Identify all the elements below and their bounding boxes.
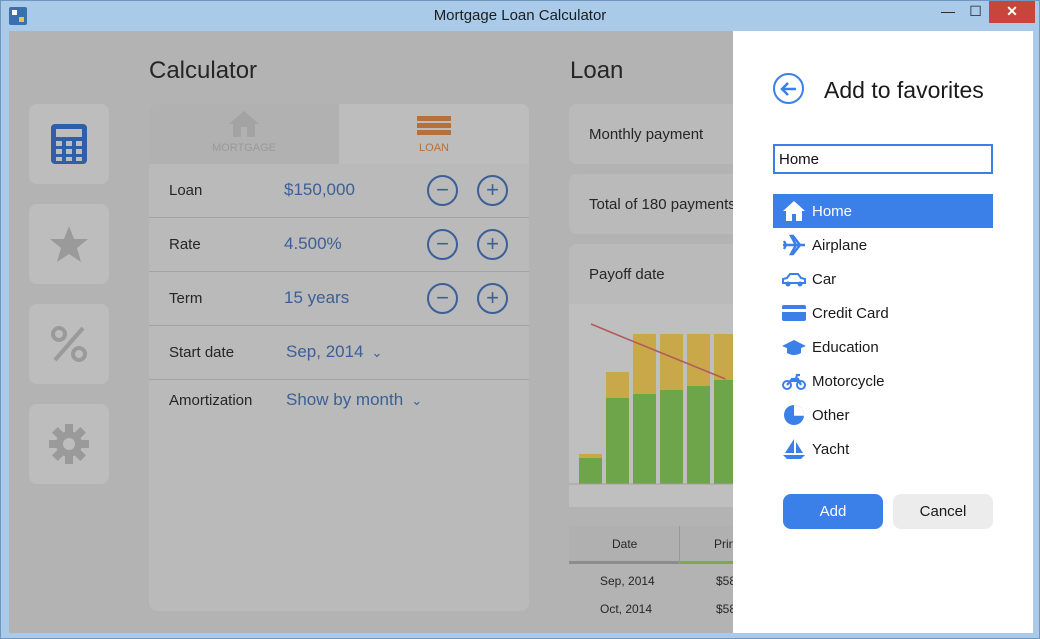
category-label: Education: [812, 339, 879, 356]
category-list: Home Airplane Car Credit Card Education …: [773, 194, 993, 466]
amortization-value: Show by month: [286, 390, 404, 409]
category-item-airplane[interactable]: Airplane: [773, 228, 993, 262]
table-row-date: Oct, 2014: [600, 602, 653, 616]
gear-icon: [49, 424, 89, 464]
percent-icon: [51, 326, 87, 362]
category-label: Motorcycle: [812, 373, 885, 390]
chart-bar-principal: [660, 390, 683, 484]
table-row-date: Sep, 2014: [600, 574, 655, 588]
start-date-value: Sep, 2014: [286, 342, 364, 361]
start-date-row: Start date Sep, 2014 ⌄: [149, 326, 529, 380]
category-label: Car: [812, 271, 837, 288]
airplane-icon: [782, 234, 805, 256]
motorcycle-icon: [782, 373, 806, 390]
education-icon: [782, 340, 806, 355]
loan-row: Loan $150,000 − +: [149, 164, 529, 218]
sailboat-icon: [783, 439, 805, 459]
loan-value[interactable]: $150,000: [284, 180, 355, 200]
maximize-button[interactable]: ☐: [962, 1, 989, 23]
back-button[interactable]: [773, 73, 804, 104]
loan-label: Loan: [169, 182, 203, 199]
nav-rates[interactable]: [29, 304, 109, 384]
category-label: Home: [812, 203, 853, 220]
tab-mortgage-label: MORTGAGE: [212, 142, 276, 154]
loan-heading: Loan: [570, 57, 624, 84]
tab-loan-label: LOAN: [419, 142, 449, 154]
chart-bar-principal: [687, 386, 710, 484]
category-item-education[interactable]: Education: [773, 330, 993, 364]
favorite-name-input[interactable]: [773, 144, 993, 174]
term-decrease-button[interactable]: −: [427, 283, 458, 314]
rate-value[interactable]: 4.500%: [284, 234, 342, 254]
category-item-other[interactable]: Other: [773, 398, 993, 432]
category-item-car[interactable]: Car: [773, 262, 993, 296]
minimize-button[interactable]: —: [934, 1, 962, 23]
loan-increase-button[interactable]: +: [477, 175, 508, 206]
amortization-row: Amortization Show by month ⌄: [149, 374, 529, 428]
loan-decrease-button[interactable]: −: [427, 175, 458, 206]
payment-chart: [569, 304, 749, 507]
credit-card-icon: [782, 305, 806, 321]
table-header-date: Date: [612, 537, 638, 551]
term-label: Term: [169, 290, 203, 307]
start-date-label: Start date: [169, 344, 235, 361]
chevron-down-icon: ⌄: [411, 393, 423, 408]
calculator-icon: [51, 124, 87, 164]
app-window: Mortgage Loan Calculator — ☐ ✕ Calculato…: [0, 0, 1040, 639]
amortization-label: Amortization: [169, 392, 253, 409]
calculator-heading: Calculator: [149, 57, 258, 84]
rate-increase-button[interactable]: +: [477, 229, 508, 260]
close-button[interactable]: ✕: [989, 1, 1035, 23]
chart-bar-principal: [579, 458, 602, 484]
add-button[interactable]: Add: [783, 494, 883, 529]
category-label: Airplane: [812, 237, 868, 254]
monthly-payment-card: Monthly payment: [569, 104, 749, 164]
table-header-rule-date: [569, 561, 679, 564]
dialog-title: Add to favorites: [824, 77, 984, 103]
category-label: Credit Card: [812, 305, 889, 322]
chart-bar-principal: [633, 394, 656, 484]
category-item-yacht[interactable]: Yacht: [773, 432, 993, 466]
cancel-button[interactable]: Cancel: [893, 494, 993, 529]
amortization-dropdown[interactable]: Show by month ⌄: [286, 390, 422, 410]
category-label: Yacht: [812, 441, 850, 458]
total-payments-card: Total of 180 payments: [569, 174, 749, 234]
payment-chart-svg: [569, 323, 749, 485]
star-icon: [50, 226, 88, 262]
payoff-date-card: Payoff date: [569, 244, 749, 304]
nav-favorites[interactable]: [29, 204, 109, 284]
term-value[interactable]: 15 years: [284, 288, 349, 308]
window-title: Mortgage Loan Calculator: [433, 7, 607, 24]
car-icon: [782, 273, 806, 287]
rate-row: Rate 4.500% − +: [149, 218, 529, 272]
title-bar: Mortgage Loan Calculator — ☐ ✕: [1, 1, 1039, 31]
cash-icon: [417, 116, 451, 135]
nav-calculator[interactable]: [29, 104, 109, 184]
house-icon: [229, 111, 259, 137]
amortization-table-header: Date Prin: [569, 526, 749, 564]
term-row: Term 15 years − +: [149, 272, 529, 326]
category-item-credit-card[interactable]: Credit Card: [773, 296, 993, 330]
start-date-dropdown[interactable]: Sep, 2014 ⌄: [286, 342, 382, 362]
tab-mortgage[interactable]: MORTGAGE: [149, 104, 339, 164]
tab-loan[interactable]: LOAN: [339, 104, 529, 164]
chart-bar-principal: [606, 398, 629, 484]
category-label: Other: [812, 407, 850, 424]
term-increase-button[interactable]: +: [477, 283, 508, 314]
payoff-date-label: Payoff date: [589, 266, 665, 283]
total-payments-label: Total of 180 payments: [589, 196, 736, 213]
pie-chart-icon: [784, 405, 804, 425]
monthly-payment-label: Monthly payment: [589, 126, 704, 143]
category-item-home[interactable]: Home: [773, 194, 993, 228]
nav-settings[interactable]: [29, 404, 109, 484]
home-icon: [783, 201, 805, 221]
rate-decrease-button[interactable]: −: [427, 229, 458, 260]
category-item-motorcycle[interactable]: Motorcycle: [773, 364, 993, 398]
add-favorites-panel: Add to favorites Home Airplane: [733, 31, 1033, 633]
arrow-left-icon: [780, 82, 796, 96]
calculator-tabs: MORTGAGE LOAN: [149, 104, 529, 164]
chevron-down-icon: ⌄: [371, 345, 383, 360]
table-divider: [679, 526, 680, 564]
rate-label: Rate: [169, 236, 201, 253]
